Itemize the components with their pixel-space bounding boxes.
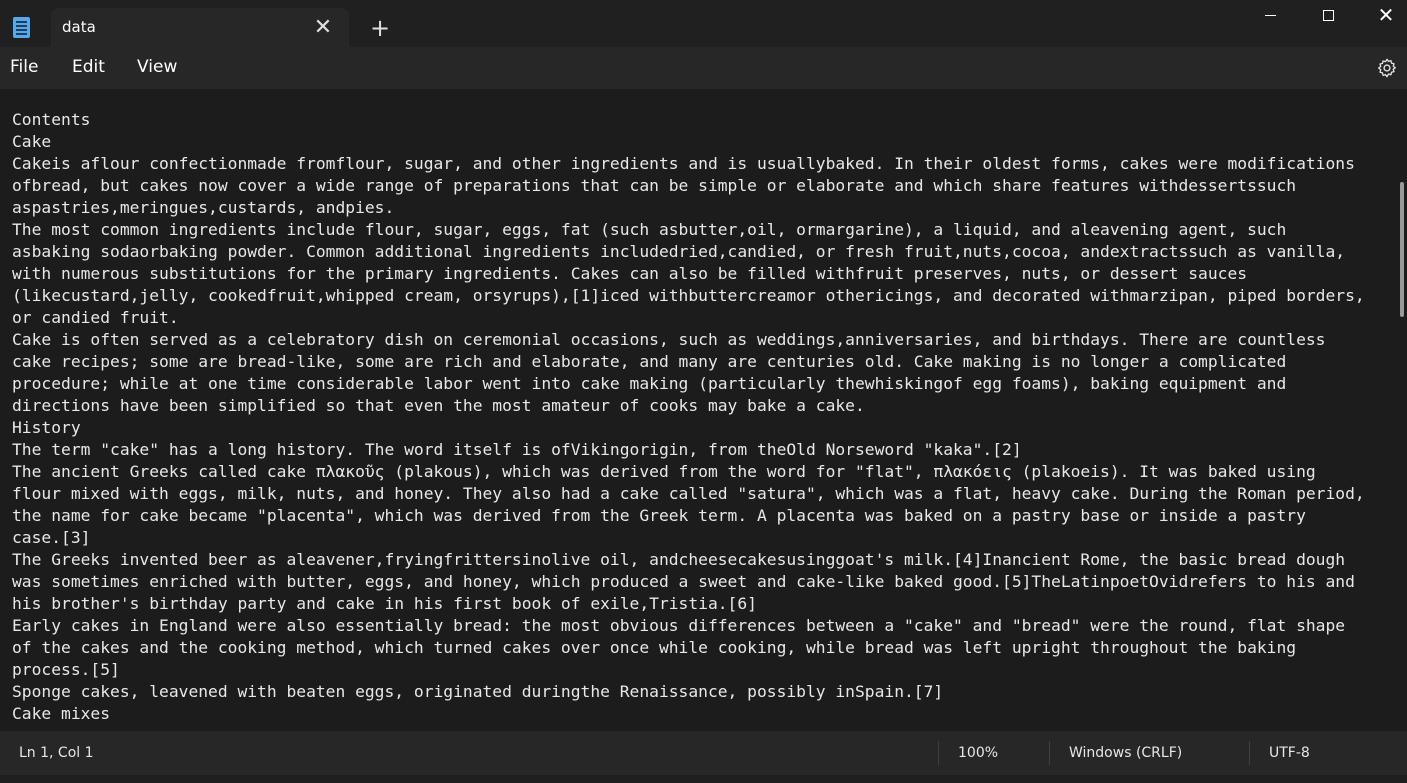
text-line: Cake is often served as a celebratory di… [12,330,1326,349]
text-line: The term "cake" has a long history. The … [12,440,1022,459]
text-line: was sometimes enriched with butter, eggs… [12,572,1355,591]
zoom-level[interactable]: 100% [958,745,998,761]
tab-data[interactable]: data ✕ [51,8,349,47]
status-bar: Ln 1, Col 1 100% Windows (CRLF) UTF-8 [0,731,1407,775]
text-editor[interactable]: Contents Cake Cakeis aflour confectionmade… [0,89,1407,731]
editor-content[interactable]: Contents Cake Cakeis aflour confectionmade… [12,109,1392,725]
text-line: Contents [12,110,91,129]
title-bar: data ✕ + ✕ [0,0,1407,47]
menu-edit[interactable]: Edit [70,57,107,81]
maximize-button[interactable] [1299,0,1357,30]
text-line: cake recipes; some are bread-like, some … [12,352,1287,371]
text-line: (likecustard,jelly, cookedfruit,whipped … [12,286,1365,305]
menu-bar: File Edit View [0,47,1407,89]
maximize-icon [1322,9,1334,21]
text-line: of the cakes and the cooking method, whi… [12,638,1297,657]
notepad-app-icon [13,17,30,38]
text-line: process.[5] [12,660,120,679]
menu-file[interactable]: File [8,57,40,81]
taskbar-edge [0,775,1407,783]
minimize-button[interactable] [1241,0,1299,30]
new-tab-button[interactable]: + [366,14,394,42]
close-window-button[interactable]: ✕ [1357,0,1407,30]
status-divider [1049,741,1050,765]
tab-title: data [62,18,96,36]
text-line: asbaking sodaorbaking powder. Common add… [12,242,1346,261]
settings-gear-icon[interactable] [1376,57,1398,79]
encoding[interactable]: UTF-8 [1269,745,1310,761]
text-line: History [12,418,81,437]
text-line: Cake mixes [12,704,111,723]
status-divider [938,741,939,765]
text-line: case.[3] [12,528,91,547]
text-line: Early cakes in England were also essenti… [12,616,1346,635]
cursor-position: Ln 1, Col 1 [19,745,94,761]
vertical-scrollbar[interactable] [1400,182,1404,317]
text-line: with numerous substitutions for the prim… [12,264,1248,283]
text-line: The ancient Greeks called cake πλακοῦς (… [12,462,1316,481]
text-line: procedure; while at one time considerabl… [12,374,1287,393]
text-line: The Greeks invented beer as aleavener,fr… [12,550,1346,569]
tab-close-icon[interactable]: ✕ [309,14,337,42]
text-line: flour mixed with eggs, milk, nuts, and h… [12,484,1365,503]
text-line: The most common ingredients include flou… [12,220,1287,239]
text-line: Sponge cakes, leavened with beaten eggs,… [12,682,944,701]
minimize-icon [1264,14,1276,16]
close-icon: ✕ [1377,3,1395,27]
text-line: Cakeis aflour confectionmade fromflour, … [12,154,1355,173]
menu-view[interactable]: View [135,57,179,81]
text-line: ofbread, but cakes now cover a wide rang… [12,176,1297,195]
text-line: aspastries,meringues,custards, andpies. [12,198,395,217]
text-line: or candied fruit. [12,308,179,327]
text-line: his brother's birthday party and cake in… [12,594,757,613]
text-line: Cake [12,132,52,151]
text-line: directions have been simplified so that … [12,396,865,415]
status-divider [1249,741,1250,765]
text-line: the name for cake became "placenta", whi… [12,506,1306,525]
line-ending[interactable]: Windows (CRLF) [1069,745,1182,761]
